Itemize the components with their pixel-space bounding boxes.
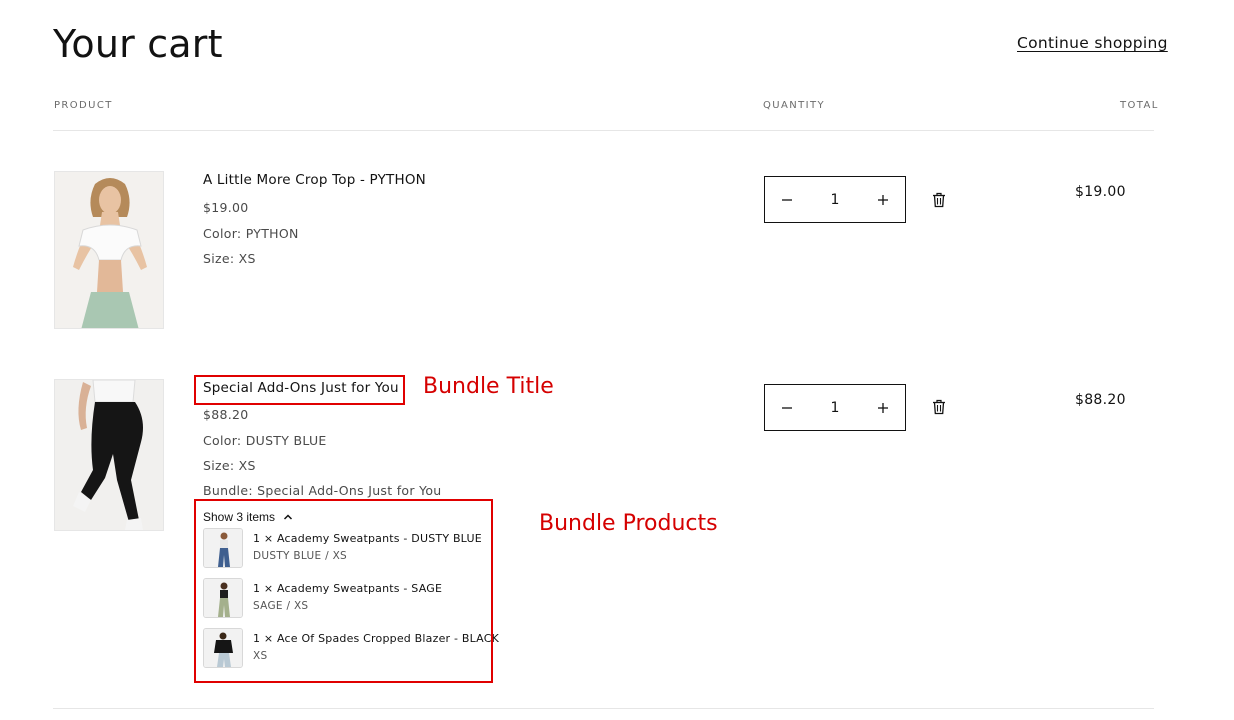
quantity-value[interactable]: 1	[831, 192, 840, 208]
annotation-box-bundle-title	[194, 375, 405, 405]
column-header-total: TOTAL	[1120, 100, 1159, 111]
product-bundle: Bundle: Special Add-Ons Just for You	[203, 483, 442, 498]
product-price: $19.00	[203, 200, 249, 215]
column-header-product: PRODUCT	[54, 100, 113, 111]
trash-icon[interactable]	[932, 192, 946, 208]
product-photo-leggings	[55, 380, 163, 530]
column-header-quantity: QUANTITY	[763, 100, 825, 111]
annotation-box-bundle-products	[194, 499, 493, 683]
product-title[interactable]: A Little More Crop Top - PYTHON	[203, 172, 426, 188]
product-price: $88.20	[203, 407, 249, 422]
product-image[interactable]	[54, 171, 164, 329]
minus-icon[interactable]	[779, 400, 795, 416]
continue-shopping-link[interactable]: Continue shopping	[1017, 34, 1168, 52]
annotation-label-bundle-title: Bundle Title	[423, 374, 554, 399]
line-total: $88.20	[1075, 392, 1126, 408]
plus-icon[interactable]	[875, 192, 891, 208]
product-photo-crop-top	[55, 172, 163, 328]
product-color: Color: PYTHON	[203, 226, 299, 241]
quantity-stepper: 1	[764, 384, 906, 431]
product-color: Color: DUSTY BLUE	[203, 433, 327, 448]
quantity-stepper: 1	[764, 176, 906, 223]
quantity-value[interactable]: 1	[831, 400, 840, 416]
product-image[interactable]	[54, 379, 164, 531]
product-size: Size: XS	[203, 458, 256, 473]
page-title: Your cart	[53, 22, 223, 66]
plus-icon[interactable]	[875, 400, 891, 416]
product-size: Size: XS	[203, 251, 256, 266]
annotation-label-bundle-products: Bundle Products	[539, 511, 718, 536]
header-divider	[53, 130, 1154, 131]
minus-icon[interactable]	[779, 192, 795, 208]
trash-icon[interactable]	[932, 399, 946, 415]
footer-divider	[53, 708, 1154, 709]
line-total: $19.00	[1075, 184, 1126, 200]
